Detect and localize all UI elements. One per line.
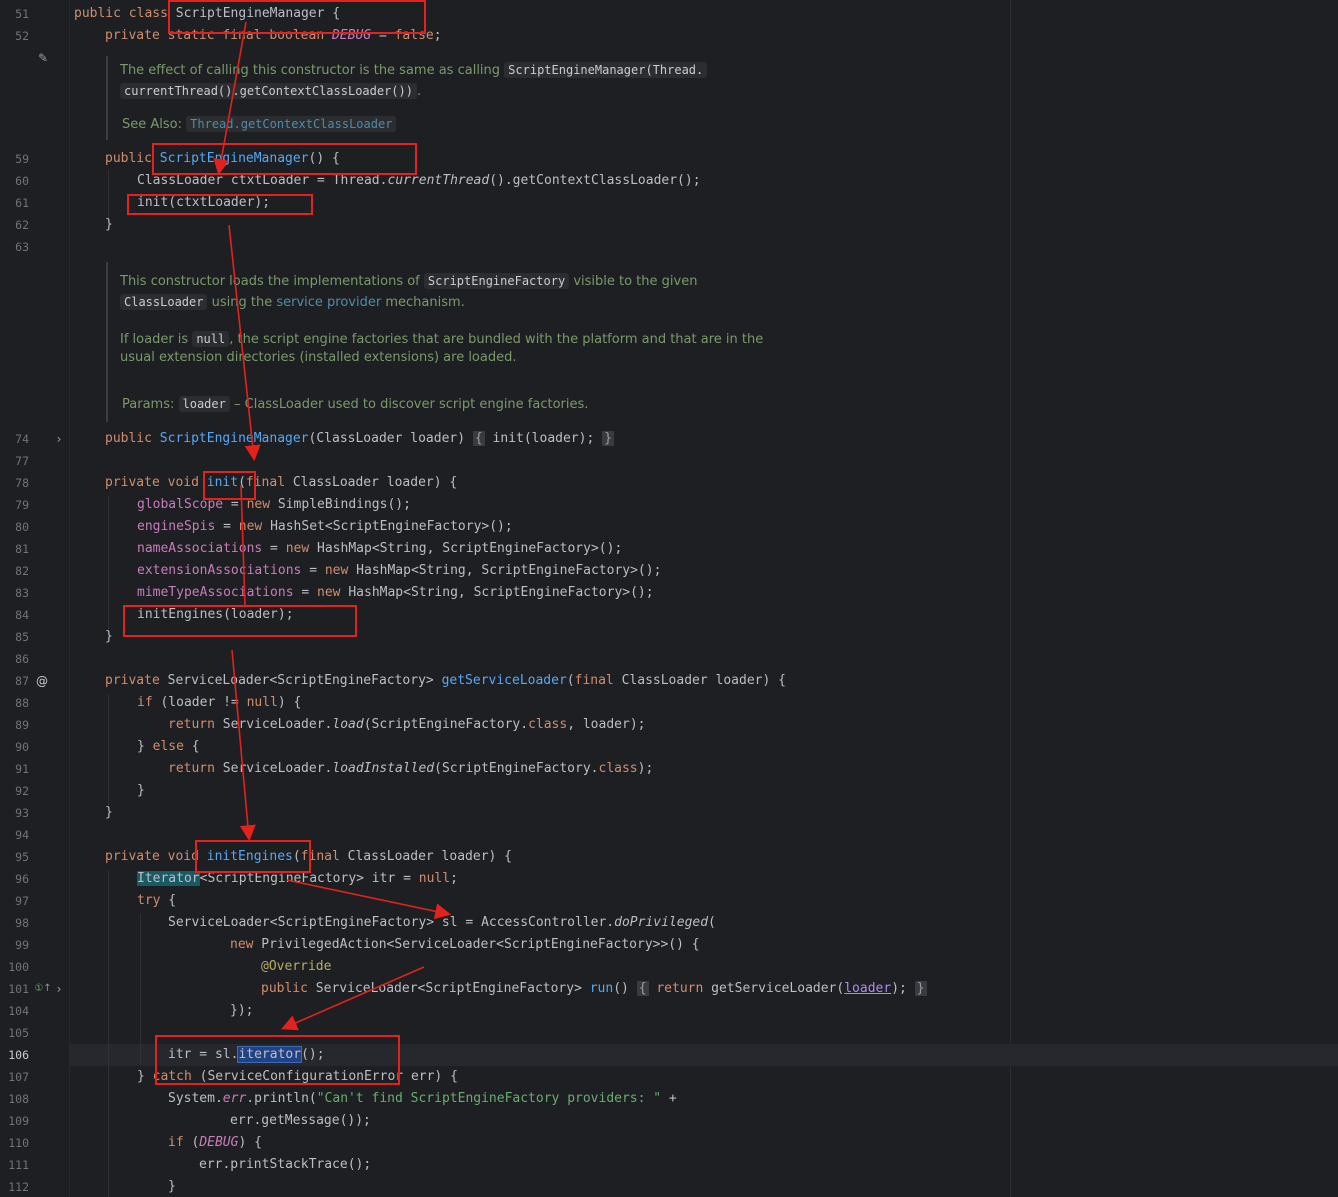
arrow-line (219, 22, 246, 172)
arrow-line (284, 967, 424, 1028)
arrow-line (241, 485, 245, 605)
arrow-line (229, 225, 254, 458)
arrow-line (287, 880, 448, 914)
arrow-line (232, 650, 249, 838)
annotation-arrows (0, 0, 1338, 1197)
